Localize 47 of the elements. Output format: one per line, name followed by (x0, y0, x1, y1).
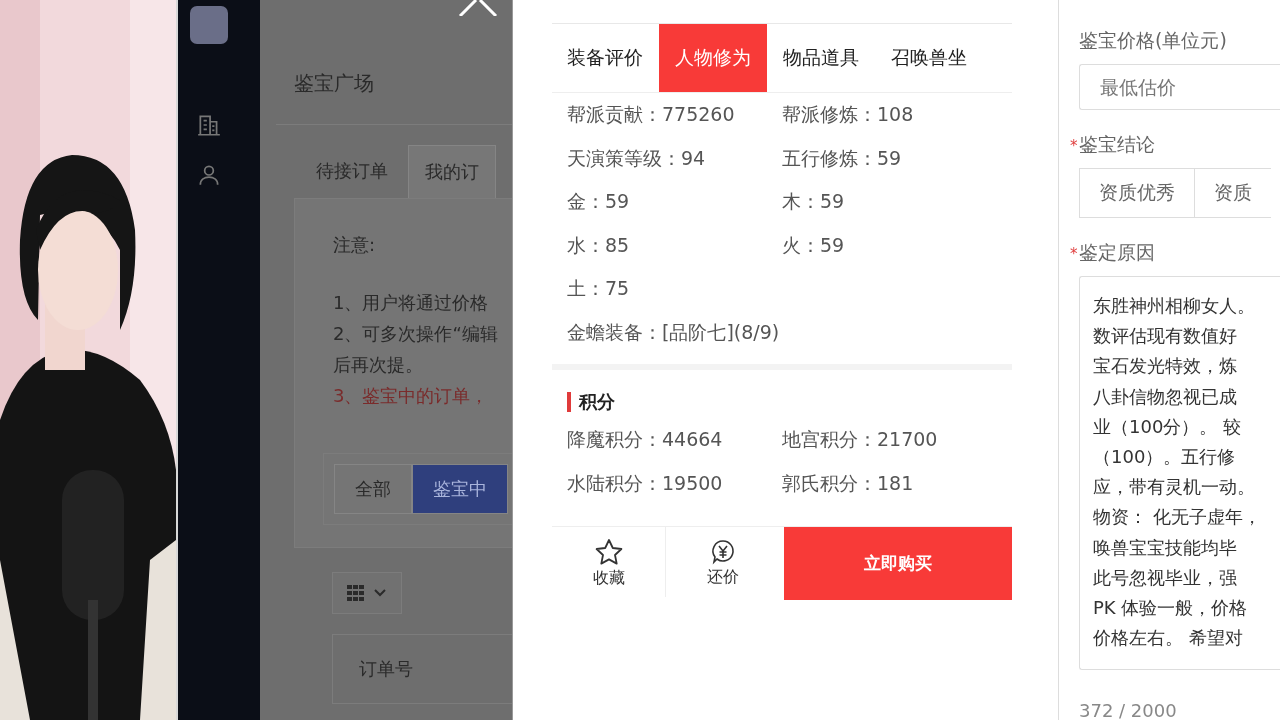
conclusion-option[interactable]: 资质优秀 (1079, 168, 1195, 218)
close-icon[interactable] (458, 0, 498, 16)
notice-text: 2、可多次操作“编辑 (333, 322, 499, 346)
field-label: 鉴定原因 (1078, 240, 1155, 265)
tab[interactable]: 物品道具 (767, 24, 875, 92)
building-icon[interactable] (196, 112, 222, 138)
character-counter: 372 / 2000 (1079, 700, 1178, 720)
stat-text: 帮派贡献：775260 (567, 102, 736, 127)
stat-text: 天演策等级：94 (567, 145, 707, 171)
filter-button[interactable]: 鉴宝中 (412, 464, 508, 514)
stat-text: 金蟾装备：[品阶七](8/9) (566, 319, 781, 345)
app-logo[interactable] (190, 6, 228, 44)
buy-now-button[interactable]: 立即购买 (784, 527, 1012, 600)
tab[interactable]: 召唤兽坐 (875, 24, 983, 92)
stat-text: 帮派修炼：108 (782, 102, 915, 127)
tab[interactable]: 装备评价 (552, 24, 659, 92)
filter-button[interactable]: 全部 (334, 464, 412, 514)
notice-title: 注意: (333, 233, 377, 257)
notice-text: 3、鉴宝中的订单， (333, 384, 490, 408)
stat-text: 火：59 (782, 232, 846, 258)
reason-textarea[interactable]: 东胜神州相柳女人。 数评估现有数值好 宝石发光特效，炼 八卦信物忽视已成 业（100分）。 较 （100）。五行修 应，带有灵机一动。 物资： 化无子虚年， 唤兽宝宝技能均毕 此号忽视毕业，强 PK 体验一般，价格 价格左右。 希望对 (1079, 276, 1280, 670)
stat-text: 地宫积分：21700 (782, 427, 939, 452)
stat-text: 木：59 (782, 189, 846, 214)
stat-text: 五行修炼：59 (782, 145, 903, 171)
stat-text: 郭氏积分：181 (782, 470, 915, 496)
stat-text: 金：59 (567, 189, 631, 214)
stat-text: 水陆积分：19500 (567, 470, 724, 496)
field-label: 鉴宝结论 (1078, 132, 1155, 157)
tab[interactable]: 我的订 (408, 145, 496, 198)
stat-text: 降魔积分：44664 (567, 427, 724, 452)
view-toggle-button[interactable] (332, 572, 402, 614)
stat-text: 水：85 (567, 232, 631, 258)
notice-text: 1、用户将通过价格 (333, 291, 490, 315)
stat-text: 土：75 (567, 276, 631, 301)
yen-bubble-icon (709, 539, 736, 565)
tab[interactable]: 人物修为 (659, 24, 767, 92)
column-header: 订单号 (359, 658, 413, 679)
grid-icon (347, 585, 365, 601)
caret-icon (373, 588, 387, 598)
section-title: 积分 (579, 390, 615, 414)
price-input[interactable]: 最低估价 (1079, 64, 1280, 110)
required-mark: * (1070, 137, 1078, 155)
notice-text: 后再次提。 (333, 353, 424, 377)
required-mark: * (1070, 245, 1078, 263)
star-icon (593, 538, 624, 566)
field-label: 鉴宝价格(单位元) (1079, 28, 1228, 53)
conclusion-option[interactable]: 资质 (1195, 168, 1271, 218)
